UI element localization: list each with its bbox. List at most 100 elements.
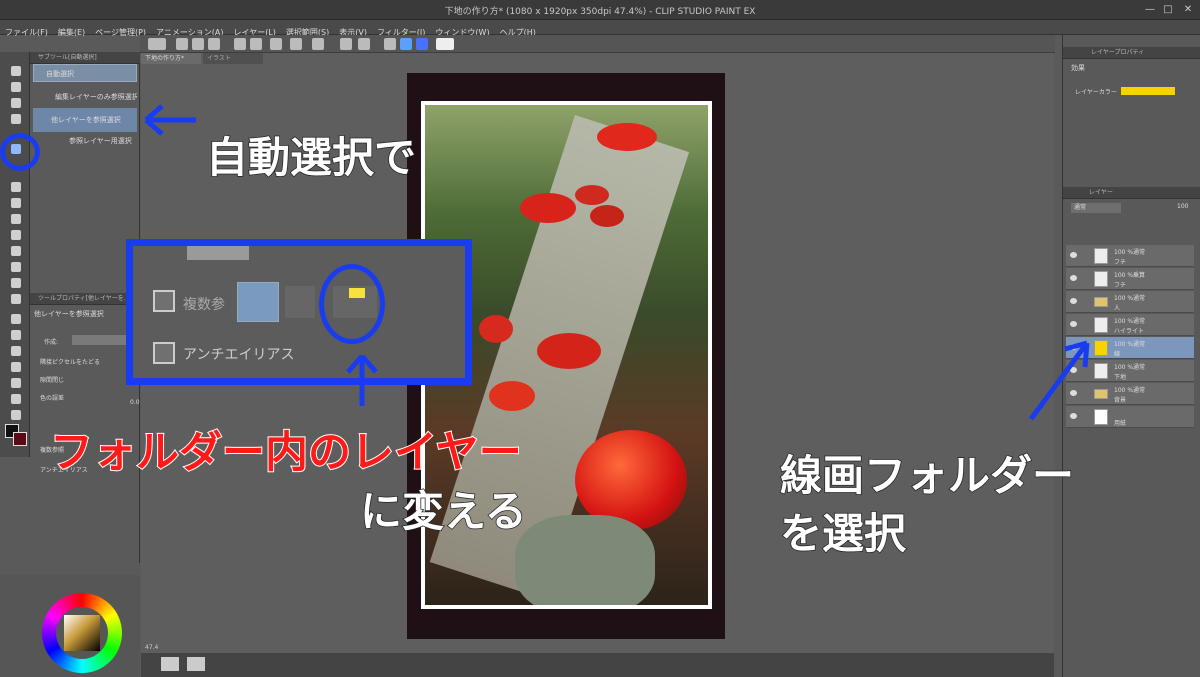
toolprop-header: ツールプロパティ[他レイヤーを… [30, 293, 140, 305]
help-icon[interactable] [436, 38, 454, 50]
title-bar: 下地の作り方* (1080 x 1920px 350dpi 47.4%) - C… [0, 0, 1200, 20]
blend-mode-select[interactable]: 通常 [1071, 203, 1121, 213]
correct-line-tool-icon[interactable] [11, 410, 21, 420]
eraser-tool-icon[interactable] [11, 262, 21, 272]
sub-color-swatch[interactable] [13, 432, 27, 446]
inset-slider [187, 246, 249, 260]
new-icon[interactable] [176, 38, 188, 50]
inset-checkbox-multi [153, 290, 175, 312]
text-tool-icon[interactable] [11, 314, 21, 324]
tab-canvas-2[interactable]: イラスト [203, 53, 263, 64]
operation-selector[interactable] [72, 335, 132, 345]
navigator-icon[interactable] [161, 657, 179, 671]
layer-row[interactable]: 100 %乗算 フチ [1066, 268, 1194, 290]
redo-icon[interactable] [250, 38, 262, 50]
highlight-circle [319, 264, 385, 344]
layer-folder-row[interactable]: 100 %通常人 [1066, 291, 1194, 313]
menu-file[interactable]: ファイル(F) [0, 25, 53, 38]
clear-icon[interactable] [270, 38, 282, 50]
operation-label: 作成: [44, 339, 59, 346]
gradient-tool-icon[interactable] [11, 330, 21, 340]
eyedropper-icon[interactable] [11, 182, 21, 192]
subtool-item-ref-layer[interactable]: 参照レイヤー用選択 [33, 132, 137, 150]
ruler-icon[interactable] [416, 38, 428, 50]
effect-label: 効果 [1071, 64, 1085, 72]
subtool-item-edit-layer[interactable]: 編集レイヤーのみ参照選択 [33, 88, 137, 106]
deselect-icon[interactable] [312, 38, 324, 50]
caption-line-folder: 線画フォルダー [779, 450, 1075, 501]
arrow-diagonal-icon [1028, 340, 1090, 421]
invert-selection-icon[interactable] [340, 38, 352, 50]
undo-icon[interactable] [234, 38, 246, 50]
eye-icon[interactable] [1070, 275, 1077, 281]
layer-mode: 100 %通常 [1114, 318, 1146, 325]
layer-property-header: レイヤープロパティ [1063, 47, 1200, 59]
mushroom-cap [489, 381, 535, 411]
layer-color-swatch[interactable] [1121, 87, 1175, 95]
subtool-item-label: 編集レイヤーのみ参照選択 [55, 93, 137, 101]
layer-name: 用紙 [1114, 420, 1127, 427]
color-margin-label: 色の誤差 [40, 395, 65, 402]
balloon-tool-icon[interactable] [11, 394, 21, 404]
minimize-button[interactable]: — [1142, 3, 1158, 16]
layer-name: ハイライト [1114, 328, 1144, 335]
open-icon[interactable] [192, 38, 204, 50]
snap-icon[interactable] [400, 38, 412, 50]
fill-tool-icon[interactable] [11, 294, 21, 304]
mushroom-cap [575, 185, 609, 205]
inset-checkbox-antialias [153, 342, 175, 364]
pen-pressure-icon[interactable] [384, 38, 396, 50]
opacity-value: 100 [1177, 203, 1189, 210]
camera-icon[interactable] [187, 657, 205, 671]
eye-icon[interactable] [1070, 298, 1077, 304]
brush-tool-icon[interactable] [11, 230, 21, 240]
ruler-tool-icon[interactable] [11, 378, 21, 388]
layer-thumbnail [1094, 409, 1108, 425]
saturation-square[interactable] [64, 615, 100, 651]
close-button[interactable]: ✕ [1180, 3, 1196, 16]
close-gap-option[interactable]: 隙間閉じ [40, 375, 64, 384]
shrink-selection-icon[interactable] [358, 38, 370, 50]
layer-name: フチ [1114, 259, 1127, 266]
menu-bar: ファイル(F) 編集(E) ページ管理(P) アニメーション(A) レイヤー(L) 選択範… [0, 20, 1200, 38]
tab-canvas-1[interactable]: 下地の作り方* [141, 53, 201, 64]
tool-highlight-circle [0, 133, 40, 171]
airbrush-tool-icon[interactable] [11, 246, 21, 256]
subtool-group-auto-select[interactable]: 自動選択 [33, 64, 137, 82]
zoom-tool-icon[interactable] [11, 66, 21, 76]
clip-studio-icon[interactable] [148, 38, 166, 50]
menu-edit[interactable]: 編集(E) [53, 25, 90, 38]
tool-palette [0, 52, 30, 457]
folder-icon [1094, 297, 1108, 307]
pencil-tool-icon[interactable] [11, 214, 21, 224]
rock [515, 515, 655, 605]
layer-row[interactable]: 100 %通常 ハイライト [1066, 314, 1194, 336]
save-icon[interactable] [208, 38, 220, 50]
subtool-item-other-layer[interactable]: 他レイヤーを参照選択 [33, 108, 137, 132]
follow-adjacent-option[interactable]: 隣接ピクセルをたどる [40, 357, 100, 366]
layer-row[interactable]: 100 %通常 フチ [1066, 245, 1194, 267]
caption-change: に変える [359, 486, 527, 537]
move-layer-icon[interactable] [11, 114, 21, 124]
blend-tool-icon[interactable] [11, 278, 21, 288]
zoom-value: 47.4 [145, 644, 159, 651]
pen-tool-icon[interactable] [11, 198, 21, 208]
transform-icon[interactable] [290, 38, 302, 50]
inset-antialias-label: アンチエイリアス [183, 347, 295, 363]
zoomed-toolprop-inset: 複数参 アンチエイリアス [126, 239, 472, 385]
color-wheel-panel [0, 575, 140, 677]
layer-tab[interactable]: レイヤー [1063, 187, 1200, 199]
window-title: 下地の作り方* (1080 x 1920px 350dpi 47.4%) - C… [444, 7, 756, 17]
arrow-left-icon [144, 104, 196, 136]
figure-tool-icon[interactable] [11, 346, 21, 356]
eye-icon[interactable] [1070, 252, 1077, 258]
hand-tool-icon[interactable] [11, 82, 21, 92]
frame-tool-icon[interactable] [11, 362, 21, 372]
mushroom-cap [537, 333, 601, 369]
eye-icon[interactable] [1070, 321, 1077, 327]
operation-tool-icon[interactable] [11, 98, 21, 108]
inset-ref-layer-icon [285, 286, 315, 318]
layer-mode: 100 %通常 [1114, 387, 1146, 394]
maximize-button[interactable]: □ [1160, 3, 1176, 16]
layer-mode: 100 %乗算 [1114, 272, 1146, 279]
